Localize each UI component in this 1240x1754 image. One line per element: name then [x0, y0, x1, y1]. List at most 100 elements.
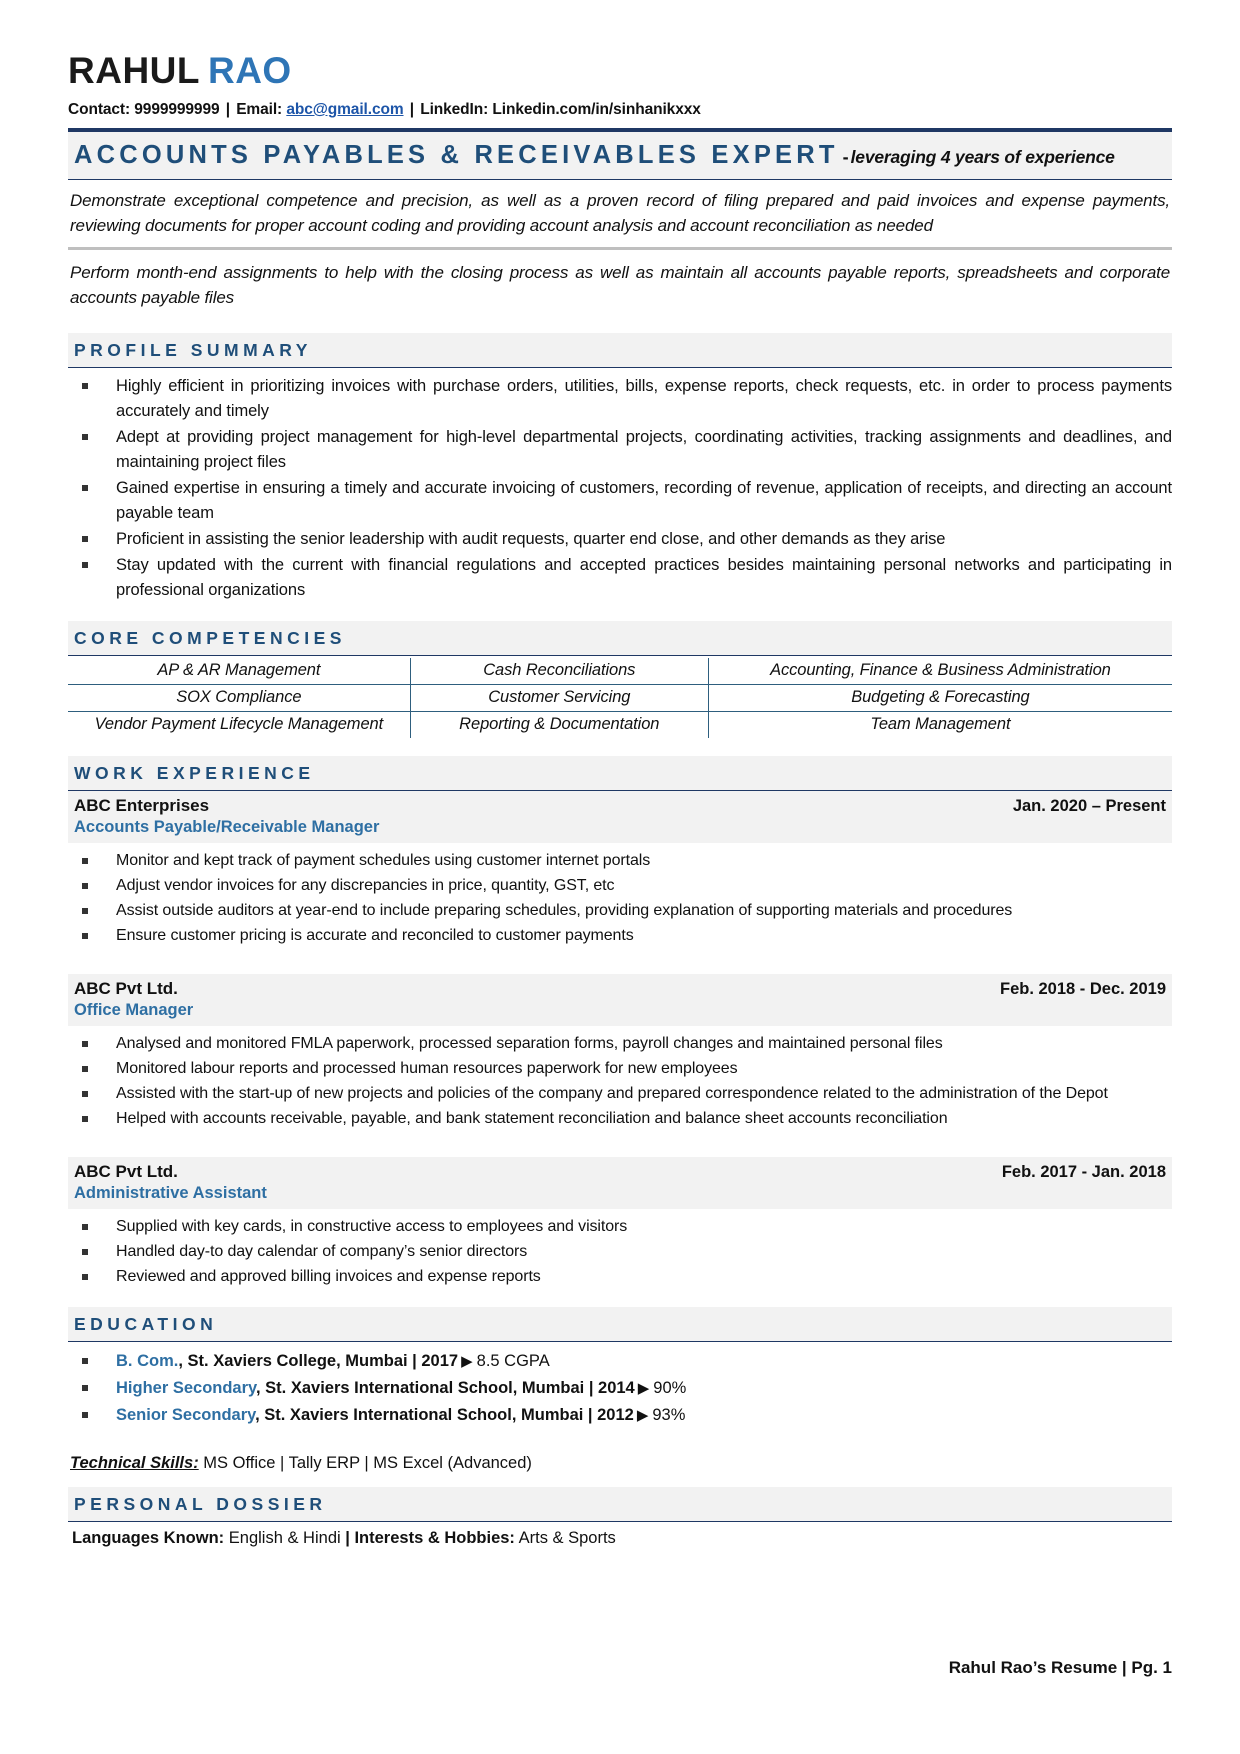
list-item: Adept at providing project management fo… — [68, 425, 1172, 475]
list-item: Monitored labour reports and processed h… — [68, 1057, 1172, 1081]
headline-band: ACCOUNTS PAYABLES & RECEIVABLES EXPERT -… — [68, 132, 1172, 180]
list-item: Adjust vendor invoices for any discrepan… — [68, 874, 1172, 898]
section-heading-profile-summary: PROFILE SUMMARY — [68, 332, 1172, 368]
job-title: Accounts Payable/Receivable Manager — [68, 818, 1172, 844]
education-institution: St. Xaviers International School, Mumbai… — [265, 1378, 635, 1397]
education-score: 90% — [653, 1378, 687, 1397]
table-cell: Customer Servicing — [410, 684, 709, 713]
list-item: Proficient in assisting the senior leade… — [68, 527, 1172, 552]
table-cell: Team Management — [870, 715, 1011, 734]
interests-label: Interests & Hobbies: — [354, 1529, 515, 1548]
job-dates: Jan. 2020 – Present — [1012, 797, 1166, 816]
list-item: Handled day-to day calendar of company’s… — [68, 1240, 1172, 1264]
intro-paragraph-1: Demonstrate exceptional competence and p… — [70, 191, 1170, 235]
contact-separator-2: | — [409, 101, 414, 118]
technical-skills-line: Technical Skills: MS Office | Tally ERP … — [68, 1454, 1172, 1473]
headline-subtitle: leveraging 4 years of experience — [850, 147, 1115, 167]
list-item: Senior Secondary, St. Xaviers Internatio… — [68, 1402, 1172, 1429]
job-title: Office Manager — [68, 1001, 1172, 1027]
job-header: ABC Pvt Ltd. Feb. 2018 - Dec. 2019 — [68, 974, 1172, 1002]
dossier-divider: | — [345, 1529, 350, 1548]
last-name: RAO — [207, 50, 292, 91]
list-item: Monitor and kept track of payment schedu… — [68, 849, 1172, 873]
job-company: ABC Pvt Ltd. — [74, 979, 178, 999]
headline-dash: - — [842, 147, 849, 167]
list-item: Ensure customer pricing is accurate and … — [68, 924, 1172, 948]
resume-page: RAHUL RAO Contact: 9999999999 | Email: ab… — [0, 0, 1240, 1754]
job-title: Administrative Assistant — [68, 1184, 1172, 1210]
core-competencies-table: AP & AR Management Cash Reconciliations … — [68, 658, 1172, 739]
first-name: RAHUL — [68, 50, 200, 91]
phone-number: 9999999999 — [134, 101, 220, 118]
table-cell: AP & AR Management — [68, 658, 411, 686]
job-bullet-list: Analysed and monitored FMLA paperwork, p… — [68, 1032, 1172, 1131]
list-item: Gained expertise in ensuring a timely an… — [68, 476, 1172, 526]
triangle-right-icon: ▶ — [637, 1379, 650, 1397]
job-bullet-list: Supplied with key cards, in constructive… — [68, 1215, 1172, 1289]
table-cell: SOX Compliance — [68, 684, 411, 713]
job-header: ABC Pvt Ltd. Feb. 2017 - Jan. 2018 — [68, 1157, 1172, 1185]
list-item: Analysed and monitored FMLA paperwork, p… — [68, 1032, 1172, 1056]
linkedin-label: LinkedIn: — [420, 101, 489, 118]
list-item: Stay updated with the current with finan… — [68, 553, 1172, 603]
education-institution: St. Xaviers College, Mumbai | 2017 — [187, 1352, 459, 1371]
section-heading-work-experience: WORK EXPERIENCE — [68, 756, 1172, 792]
triangle-right-icon: ▶ — [636, 1406, 649, 1424]
job-header: ABC Enterprises Jan. 2020 – Present — [68, 791, 1172, 819]
section-heading-personal-dossier: PERSONAL DOSSIER — [68, 1487, 1172, 1523]
job-dates: Feb. 2018 - Dec. 2019 — [999, 980, 1166, 999]
section-heading-core-competencies: CORE COMPETENCIES — [68, 621, 1172, 657]
job-dates: Feb. 2017 - Jan. 2018 — [1001, 1163, 1166, 1182]
list-item: Assisted with the start-up of new projec… — [68, 1082, 1172, 1106]
education-degree: Senior Secondary — [116, 1405, 256, 1424]
job-company: ABC Enterprises — [74, 796, 210, 816]
education-comma: , — [255, 1405, 260, 1424]
intro-paragraph-2: Perform month-end assignments to help wi… — [70, 263, 1170, 307]
interests-value: Arts & Sports — [518, 1529, 616, 1548]
candidate-name: RAHUL RAO — [68, 52, 1172, 89]
table-cell: Cash Reconciliations — [410, 658, 709, 686]
languages-value: English & Hindi — [228, 1529, 341, 1548]
personal-dossier-line: Languages Known: English & Hindi | Inter… — [68, 1522, 1172, 1548]
linkedin-url: Linkedin.com/in/sinhanikxxx — [492, 101, 701, 118]
work-experience-entry: ABC Pvt Ltd. Feb. 2018 - Dec. 2019 Offic… — [68, 974, 1172, 1131]
section-heading-education: EDUCATION — [68, 1307, 1172, 1343]
contact-separator-1: | — [225, 101, 230, 118]
contact-label: Contact: — [68, 101, 131, 118]
education-degree: B. Com. — [116, 1352, 179, 1371]
list-item: Supplied with key cards, in constructive… — [68, 1215, 1172, 1239]
profile-summary-list: Highly efficient in prioritizing invoice… — [68, 374, 1172, 604]
table-row: AP & AR Management Cash Reconciliations … — [68, 658, 1172, 686]
list-item: Helped with accounts receivable, payable… — [68, 1107, 1172, 1131]
technical-skills-value: MS Office | Tally ERP | MS Excel (Advanc… — [203, 1454, 532, 1473]
page-footer: Rahul Rao’s Resume | Pg. 1 — [948, 1658, 1172, 1677]
email-label: Email: — [236, 101, 283, 118]
technical-skills-label: Technical Skills: — [70, 1454, 199, 1473]
education-score: 93% — [652, 1405, 686, 1424]
table-row: Vendor Payment Lifecycle Management Repo… — [68, 711, 1172, 739]
languages-label: Languages Known: — [72, 1529, 225, 1548]
email-link[interactable]: abc@gmail.com — [286, 101, 403, 118]
headline-title: ACCOUNTS PAYABLES & RECEIVABLES EXPERT — [74, 141, 839, 169]
education-list: B. Com., St. Xaviers College, Mumbai | 2… — [68, 1348, 1172, 1428]
table-cell: Budgeting & Forecasting — [708, 684, 1172, 713]
education-institution: St. Xaviers International School, Mumbai… — [264, 1405, 634, 1424]
education-degree: Higher Secondary — [116, 1378, 256, 1397]
list-item: Assist outside auditors at year-end to i… — [68, 899, 1172, 923]
table-cell: Reporting & Documentation — [410, 711, 709, 739]
table-cell: Vendor Payment Lifecycle Management — [68, 711, 411, 739]
table-cell: Accounting, Finance & Business Administr… — [708, 658, 1172, 686]
list-item: Higher Secondary, St. Xaviers Internatio… — [68, 1375, 1172, 1402]
list-item: B. Com., St. Xaviers College, Mumbai | 2… — [68, 1348, 1172, 1375]
education-comma: , — [255, 1378, 261, 1397]
triangle-right-icon: ▶ — [461, 1353, 473, 1371]
education-comma: , — [178, 1352, 183, 1371]
work-experience-entry: ABC Pvt Ltd. Feb. 2017 - Jan. 2018 Admin… — [68, 1157, 1172, 1289]
job-bullet-list: Monitor and kept track of payment schedu… — [68, 849, 1172, 948]
job-company: ABC Pvt Ltd. — [74, 1162, 178, 1182]
contact-line: Contact: 9999999999 | Email: abc@gmail.c… — [68, 101, 1172, 119]
table-row: SOX Compliance Customer Servicing Budget… — [68, 684, 1172, 713]
list-item: Reviewed and approved billing invoices a… — [68, 1265, 1172, 1289]
education-score: 8.5 CGPA — [476, 1352, 550, 1371]
list-item: Highly efficient in prioritizing invoice… — [68, 374, 1172, 424]
